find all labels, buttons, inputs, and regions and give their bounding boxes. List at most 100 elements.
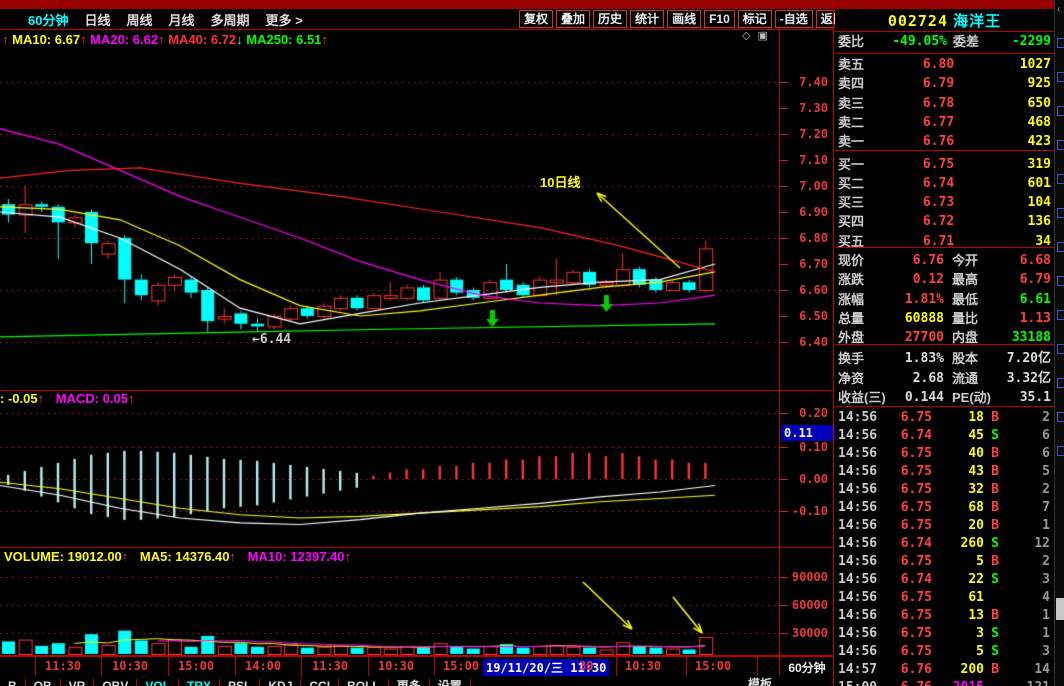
level-label: 买一 — [838, 156, 865, 172]
indicator-tab-设置[interactable]: 设置 — [430, 679, 471, 686]
tick-count: 121 — [1006, 679, 1054, 686]
level-price: 6.77 — [922, 114, 955, 130]
toolbar-button-复权[interactable]: 复权 — [519, 10, 554, 28]
tool-strip-icon[interactable] — [1057, 72, 1064, 82]
stat-value: 6.61 — [1019, 291, 1051, 307]
menu-item-[interactable]: 多周期 — [211, 10, 250, 29]
tool-strip-icon[interactable] — [1057, 378, 1064, 388]
tick-volume: 61 — [968, 590, 984, 605]
menu-item-[interactable]: 日线 — [84, 10, 110, 29]
indicator-tab-TRX[interactable]: TRX — [179, 679, 221, 686]
up-arrow-icon: ↑ — [158, 32, 169, 47]
tick-count: 6 — [1042, 428, 1050, 443]
tool-strip-icon[interactable] — [1057, 208, 1064, 218]
macd-chart[interactable] — [0, 408, 780, 547]
axis-tick — [780, 264, 788, 265]
tick-price: 6.75 — [900, 644, 932, 659]
tool-strip-icon[interactable] — [1057, 412, 1064, 422]
ask-row[interactable]: 卖五 6.80 1027 — [835, 55, 1054, 74]
bid-row[interactable]: 买一 6.75 319 — [835, 155, 1054, 174]
ma-indicator-row: ↑ MA10: 6.67↑ MA20: 6.62↑ MA40: 6.72↓ MA… — [2, 32, 328, 47]
ask-row[interactable]: 卖四 6.79 925 — [835, 74, 1054, 93]
indicator-tab-PSL[interactable]: PSL — [220, 679, 261, 686]
volume-chart[interactable] — [0, 568, 780, 655]
scrollbar-thumb[interactable] — [1056, 598, 1064, 620]
divider — [0, 29, 834, 30]
tick-time: 14:56 — [838, 518, 878, 533]
toolbar-button-叠加[interactable]: 叠加 — [556, 10, 591, 28]
axis-tick — [780, 633, 788, 634]
price-tick-label: 7.20 — [799, 127, 828, 141]
tick-row: 14:56 6.75 5 B 2 — [835, 553, 1054, 571]
stock-name: 海洋王 — [953, 13, 1002, 30]
indicator-tab-VOL[interactable]: VOL — [137, 679, 180, 686]
level-label: 卖四 — [838, 76, 865, 92]
stat-label: 总量 — [838, 310, 865, 326]
indicator-tab-CCI[interactable]: CCI — [301, 679, 340, 686]
tick-price: 6.75 — [900, 500, 932, 515]
tool-strip-icon[interactable] — [1057, 242, 1064, 252]
indicator-tab-BOLL[interactable]: BOLL — [339, 679, 389, 686]
menu-item-[interactable]: 月线 — [169, 10, 195, 29]
volume-tick-label: 30000 — [791, 626, 828, 640]
indicator-tab-VR[interactable]: VR — [61, 679, 95, 686]
tick-time: 14:56 — [838, 536, 878, 551]
axis-tick — [780, 160, 788, 161]
price-tick-label: 6.50 — [799, 309, 828, 323]
menu-item-60[interactable]: 60分钟 — [28, 10, 68, 29]
tick-count: 4 — [1042, 590, 1050, 605]
indicator-tab-B[interactable]: B — [0, 679, 26, 686]
axis-tick — [780, 134, 788, 135]
up-arrow-icon: ↑ — [2, 32, 13, 47]
axis-separator — [368, 657, 369, 676]
tick-side: B — [991, 500, 999, 515]
toolbar-button-历史[interactable]: 历史 — [593, 10, 628, 28]
period-indicator[interactable]: 60分钟 — [782, 659, 832, 676]
indicator-tab-OBV[interactable]: OBV — [94, 679, 138, 686]
indicator-tab-更多[interactable]: 更多 — [389, 679, 430, 686]
menu-item-[interactable]: 更多 > — [266, 10, 303, 29]
indicator-tab-KDJ[interactable]: KDJ — [260, 679, 302, 686]
level-volume: 601 — [1027, 175, 1051, 191]
price-tick-label: 6.90 — [799, 205, 828, 219]
level-label: 卖二 — [838, 114, 865, 130]
collapse-arrow-icon[interactable]: ‹ — [1057, 4, 1060, 15]
tick-time: 14:56 — [838, 554, 878, 569]
ask-row[interactable]: 卖二 6.77 468 — [835, 113, 1054, 132]
tick-volume: 3 — [976, 626, 984, 641]
indicator-tab-OB[interactable]: OB — [26, 679, 61, 686]
time-tick-label: 11:30 — [312, 659, 349, 673]
tool-strip-icon[interactable] — [1057, 140, 1064, 150]
tool-strip-icon[interactable] — [1057, 174, 1064, 184]
tick-volume: 32 — [968, 482, 984, 497]
tick-count: 3 — [1042, 644, 1050, 659]
toolbar-button-标记[interactable]: 标记 — [737, 10, 772, 28]
toolbar-button-画线[interactable]: 画线 — [667, 10, 702, 28]
template-button[interactable]: 模板 — [748, 677, 772, 686]
tool-strip-icon[interactable] — [1057, 344, 1064, 354]
divider — [0, 547, 834, 548]
title-bar — [0, 0, 1064, 9]
toolbar-button--自选[interactable]: -自选 — [774, 10, 813, 28]
tool-strip-icon[interactable] — [1057, 38, 1064, 48]
bid-row[interactable]: 买四 6.72 136 — [835, 212, 1054, 231]
tool-strip-icon[interactable] — [1057, 310, 1064, 320]
main-candlestick-chart[interactable] — [0, 30, 780, 390]
time-tick-label: 11:30 — [45, 659, 82, 673]
toolbar-button-统计[interactable]: 统计 — [630, 10, 665, 28]
tick-count: 12 — [1034, 536, 1050, 551]
tool-strip-icon[interactable] — [1057, 106, 1064, 116]
bid-row[interactable]: 买二 6.74 601 — [835, 174, 1054, 193]
tick-count: 6 — [1042, 446, 1050, 461]
tick-row: 14:56 6.75 20 B 1 — [835, 517, 1054, 535]
tool-strip-icon[interactable] — [1057, 276, 1064, 286]
tool-strip-icon[interactable] — [1057, 446, 1064, 456]
divider — [0, 390, 834, 391]
toolbar-button-F10[interactable]: F10 — [704, 10, 735, 28]
bid-row[interactable]: 买三 6.73 104 — [835, 193, 1054, 212]
tick-time: 14:56 — [838, 464, 878, 479]
menu-item-[interactable]: 周线 — [126, 10, 152, 29]
stat-row: 总量 60888 量比 1.13 — [835, 309, 1054, 328]
ask-row[interactable]: 卖三 6.78 650 — [835, 94, 1054, 113]
ask-row[interactable]: 卖一 6.76 423 — [835, 132, 1054, 151]
